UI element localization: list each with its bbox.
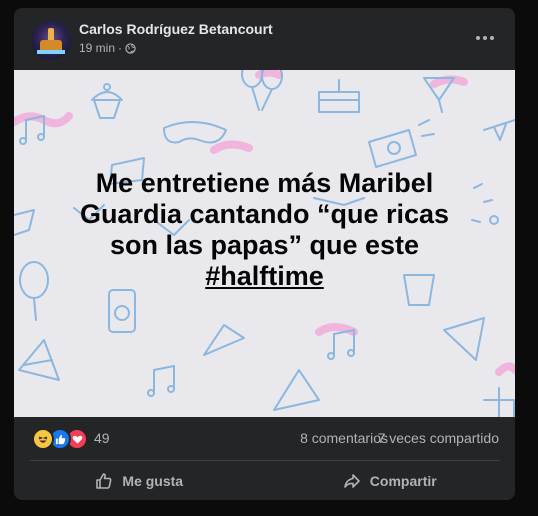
meta-separator: · xyxy=(118,41,123,55)
globe-icon[interactable] xyxy=(125,42,136,54)
hashtag-link[interactable]: #halftime xyxy=(14,261,515,292)
share-button[interactable]: Compartir xyxy=(265,464,516,498)
haha-icon xyxy=(32,428,54,450)
comments-count[interactable]: 8 comentarios xyxy=(300,430,388,446)
text-line: Me entretiene más Maribel xyxy=(95,168,434,198)
post-meta: 19 min · xyxy=(79,41,136,55)
reactions-summary[interactable] xyxy=(32,428,88,450)
like-button[interactable]: Me gusta xyxy=(14,464,265,498)
thumbs-up-icon xyxy=(96,473,112,489)
post-time[interactable]: 19 min xyxy=(79,41,115,55)
text-line: Guardia cantando “que ricas xyxy=(79,199,450,229)
share-arrow-icon xyxy=(343,474,360,488)
shares-count[interactable]: 7 veces compartido xyxy=(378,430,499,446)
like-button-label: Me gusta xyxy=(122,473,184,489)
divider xyxy=(30,460,500,461)
dot xyxy=(476,36,480,40)
share-button-label: Compartir xyxy=(369,473,437,489)
post-actions: Me gusta Compartir xyxy=(14,464,515,498)
dot xyxy=(490,36,494,40)
more-options-icon[interactable] xyxy=(473,28,497,48)
avatar-detail xyxy=(37,50,65,54)
text-line: son las papas” que este xyxy=(109,230,420,260)
post-image-text: Me entretiene más Maribel Guardia cantan… xyxy=(14,168,515,292)
post-card: Carlos Rodríguez Betancourt 19 min · Me … xyxy=(14,8,515,500)
author-avatar[interactable] xyxy=(31,20,71,60)
dot xyxy=(483,36,487,40)
author-name[interactable]: Carlos Rodríguez Betancourt xyxy=(79,21,273,37)
post-header: Carlos Rodríguez Betancourt 19 min · xyxy=(14,8,515,70)
post-stats: 49 8 comentarios 7 veces compartido xyxy=(14,426,515,450)
reaction-count[interactable]: 49 xyxy=(94,430,110,446)
post-image[interactable]: Me entretiene más Maribel Guardia cantan… xyxy=(14,70,515,417)
